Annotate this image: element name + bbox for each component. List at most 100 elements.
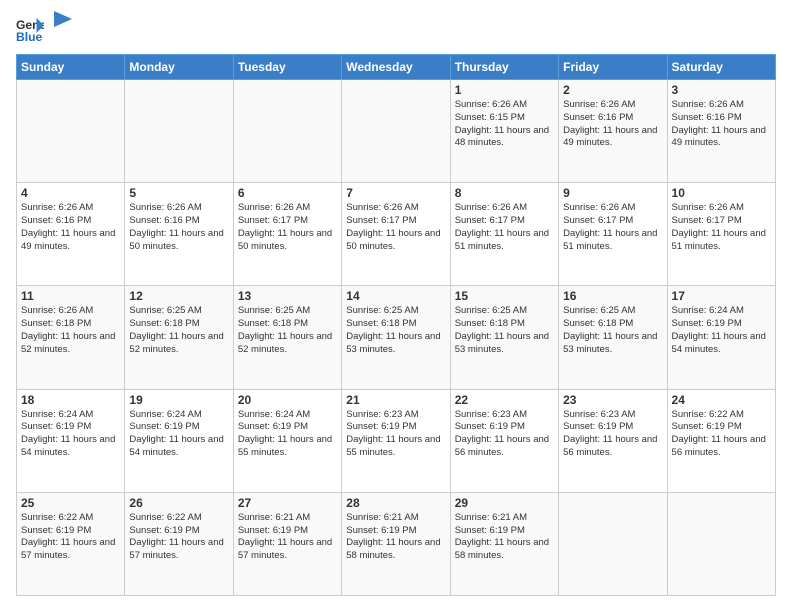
calendar-cell <box>342 80 450 183</box>
day-info: Sunrise: 6:22 AMSunset: 6:19 PMDaylight:… <box>672 409 771 460</box>
day-info: Sunrise: 6:26 AMSunset: 6:16 PMDaylight:… <box>563 99 662 150</box>
calendar-cell: 3 Sunrise: 6:26 AMSunset: 6:16 PMDaylight… <box>667 80 775 183</box>
calendar-cell: 11 Sunrise: 6:26 AMSunset: 6:18 PMDayligh… <box>17 286 125 389</box>
day-info: Sunrise: 6:26 AMSunset: 6:16 PMDaylight:… <box>672 99 771 150</box>
day-number: 12 <box>129 289 228 303</box>
day-number: 25 <box>21 496 120 510</box>
day-number: 3 <box>672 83 771 97</box>
calendar-cell: 19Sunrise: 6:24 AMSunset: 6:19 PMDayligh… <box>125 389 233 492</box>
day-number: 28 <box>346 496 445 510</box>
day-number: 4 <box>21 186 120 200</box>
day-number: 18 <box>21 393 120 407</box>
calendar-cell <box>17 80 125 183</box>
day-info: Sunrise: 6:24 AMSunset: 6:19 PMDaylight:… <box>129 409 228 460</box>
calendar-cell: 13 Sunrise: 6:25 AMSunset: 6:18 PMDayligh… <box>233 286 341 389</box>
calendar-header-saturday: Saturday <box>667 55 775 80</box>
day-number: 15 <box>455 289 554 303</box>
day-number: 16 <box>563 289 662 303</box>
calendar-cell: 5Sunrise: 6:26 AMSunset: 6:16 PMDaylight… <box>125 183 233 286</box>
calendar-header-monday: Monday <box>125 55 233 80</box>
calendar-cell <box>559 492 667 595</box>
calendar-cell: 7 Sunrise: 6:26 AMSunset: 6:17 PMDaylight… <box>342 183 450 286</box>
day-info: Sunrise: 6:23 AMSunset: 6:19 PMDaylight:… <box>346 409 445 460</box>
calendar-cell: 14 Sunrise: 6:25 AMSunset: 6:18 PMDayligh… <box>342 286 450 389</box>
day-info: Sunrise: 6:21 AMSunset: 6:19 PMDaylight:… <box>346 512 445 563</box>
calendar-cell: 27 Sunrise: 6:21 AMSunset: 6:19 PMDayligh… <box>233 492 341 595</box>
logo: General Blue <box>16 16 72 44</box>
day-number: 5 <box>129 186 228 200</box>
day-info: Sunrise: 6:24 AMSunset: 6:19 PMDaylight:… <box>238 409 337 460</box>
day-info: Sunrise: 6:25 AMSunset: 6:18 PMDaylight:… <box>455 305 554 356</box>
day-number: 14 <box>346 289 445 303</box>
calendar-cell: 20Sunrise: 6:24 AMSunset: 6:19 PMDayligh… <box>233 389 341 492</box>
calendar-cell: 29 Sunrise: 6:21 AMSunset: 6:19 PMDayligh… <box>450 492 558 595</box>
calendar-cell: 8 Sunrise: 6:26 AMSunset: 6:17 PMDaylight… <box>450 183 558 286</box>
calendar-header-tuesday: Tuesday <box>233 55 341 80</box>
calendar-week-2: 11 Sunrise: 6:26 AMSunset: 6:18 PMDayligh… <box>17 286 776 389</box>
day-info: Sunrise: 6:26 AMSunset: 6:17 PMDaylight:… <box>455 202 554 253</box>
calendar-cell: 22 Sunrise: 6:23 AMSunset: 6:19 PMDayligh… <box>450 389 558 492</box>
day-info: Sunrise: 6:26 AMSunset: 6:17 PMDaylight:… <box>346 202 445 253</box>
day-number: 10 <box>672 186 771 200</box>
day-number: 26 <box>129 496 228 510</box>
svg-text:Blue: Blue <box>16 30 43 44</box>
day-number: 2 <box>563 83 662 97</box>
day-info: Sunrise: 6:24 AMSunset: 6:19 PMDaylight:… <box>672 305 771 356</box>
day-number: 11 <box>21 289 120 303</box>
day-info: Sunrise: 6:23 AMSunset: 6:19 PMDaylight:… <box>563 409 662 460</box>
day-info: Sunrise: 6:26 AMSunset: 6:16 PMDaylight:… <box>21 202 120 253</box>
calendar-week-3: 18 Sunrise: 6:24 AMSunset: 6:19 PMDayligh… <box>17 389 776 492</box>
calendar-header-friday: Friday <box>559 55 667 80</box>
day-number: 29 <box>455 496 554 510</box>
calendar-cell: 2 Sunrise: 6:26 AMSunset: 6:16 PMDaylight… <box>559 80 667 183</box>
day-number: 13 <box>238 289 337 303</box>
calendar-cell: 1Sunrise: 6:26 AMSunset: 6:15 PMDaylight… <box>450 80 558 183</box>
day-info: Sunrise: 6:25 AMSunset: 6:18 PMDaylight:… <box>129 305 228 356</box>
calendar-week-4: 25 Sunrise: 6:22 AMSunset: 6:19 PMDayligh… <box>17 492 776 595</box>
calendar-header-thursday: Thursday <box>450 55 558 80</box>
calendar-cell: 26 Sunrise: 6:22 AMSunset: 6:19 PMDayligh… <box>125 492 233 595</box>
day-info: Sunrise: 6:22 AMSunset: 6:19 PMDaylight:… <box>21 512 120 563</box>
day-info: Sunrise: 6:24 AMSunset: 6:19 PMDaylight:… <box>21 409 120 460</box>
calendar-header-row: SundayMondayTuesdayWednesdayThursdayFrid… <box>17 55 776 80</box>
calendar-cell <box>667 492 775 595</box>
calendar-table: SundayMondayTuesdayWednesdayThursdayFrid… <box>16 54 776 596</box>
day-number: 27 <box>238 496 337 510</box>
day-info: Sunrise: 6:23 AMSunset: 6:19 PMDaylight:… <box>455 409 554 460</box>
logo-icon: General Blue <box>16 16 44 44</box>
calendar-cell: 24Sunrise: 6:22 AMSunset: 6:19 PMDayligh… <box>667 389 775 492</box>
day-number: 9 <box>563 186 662 200</box>
calendar-cell: 16Sunrise: 6:25 AMSunset: 6:18 PMDayligh… <box>559 286 667 389</box>
day-info: Sunrise: 6:21 AMSunset: 6:19 PMDaylight:… <box>238 512 337 563</box>
day-number: 22 <box>455 393 554 407</box>
calendar-cell <box>233 80 341 183</box>
calendar-cell: 10Sunrise: 6:26 AMSunset: 6:17 PMDayligh… <box>667 183 775 286</box>
calendar-cell: 17 Sunrise: 6:24 AMSunset: 6:19 PMDayligh… <box>667 286 775 389</box>
day-number: 7 <box>346 186 445 200</box>
calendar-cell: 4 Sunrise: 6:26 AMSunset: 6:16 PMDaylight… <box>17 183 125 286</box>
day-info: Sunrise: 6:22 AMSunset: 6:19 PMDaylight:… <box>129 512 228 563</box>
calendar-header-sunday: Sunday <box>17 55 125 80</box>
day-number: 23 <box>563 393 662 407</box>
day-number: 1 <box>455 83 554 97</box>
calendar-week-0: 1Sunrise: 6:26 AMSunset: 6:15 PMDaylight… <box>17 80 776 183</box>
day-info: Sunrise: 6:26 AMSunset: 6:18 PMDaylight:… <box>21 305 120 356</box>
day-number: 8 <box>455 186 554 200</box>
calendar-cell: 15 Sunrise: 6:25 AMSunset: 6:18 PMDayligh… <box>450 286 558 389</box>
day-info: Sunrise: 6:25 AMSunset: 6:18 PMDaylight:… <box>238 305 337 356</box>
day-number: 21 <box>346 393 445 407</box>
day-info: Sunrise: 6:25 AMSunset: 6:18 PMDaylight:… <box>346 305 445 356</box>
calendar-cell: 12 Sunrise: 6:25 AMSunset: 6:18 PMDayligh… <box>125 286 233 389</box>
calendar-cell: 9Sunrise: 6:26 AMSunset: 6:17 PMDaylight… <box>559 183 667 286</box>
calendar-week-1: 4 Sunrise: 6:26 AMSunset: 6:16 PMDaylight… <box>17 183 776 286</box>
day-info: Sunrise: 6:21 AMSunset: 6:19 PMDaylight:… <box>455 512 554 563</box>
calendar-header-wednesday: Wednesday <box>342 55 450 80</box>
calendar-cell: 18 Sunrise: 6:24 AMSunset: 6:19 PMDayligh… <box>17 389 125 492</box>
calendar-cell: 28 Sunrise: 6:21 AMSunset: 6:19 PMDayligh… <box>342 492 450 595</box>
day-info: Sunrise: 6:26 AMSunset: 6:17 PMDaylight:… <box>238 202 337 253</box>
day-number: 6 <box>238 186 337 200</box>
calendar-cell: 23 Sunrise: 6:23 AMSunset: 6:19 PMDayligh… <box>559 389 667 492</box>
header: General Blue <box>16 16 776 44</box>
calendar-cell: 6 Sunrise: 6:26 AMSunset: 6:17 PMDaylight… <box>233 183 341 286</box>
day-number: 17 <box>672 289 771 303</box>
